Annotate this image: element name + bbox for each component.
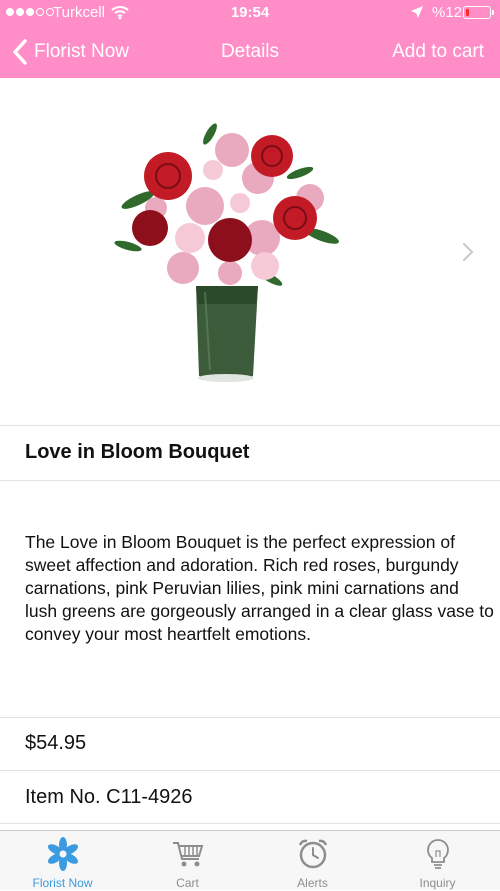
- chevron-right-icon[interactable]: [462, 242, 474, 262]
- bouquet-image: [114, 123, 340, 382]
- tab-label: Inquiry: [419, 876, 456, 890]
- divider: [0, 717, 500, 718]
- tab-label: Alerts: [297, 876, 328, 890]
- alarm-clock-icon: [298, 839, 328, 869]
- product-price: $54.95: [25, 732, 87, 754]
- cart-icon: [173, 842, 204, 867]
- battery-icon: [463, 6, 491, 19]
- tab-alerts[interactable]: Alerts: [250, 831, 375, 891]
- tab-label: Cart: [176, 876, 199, 890]
- product-description: The Love in Bloom Bouquet is the perfect…: [25, 532, 494, 644]
- flower-icon: [47, 837, 79, 871]
- tab-cart[interactable]: Cart: [125, 831, 250, 891]
- product-title: Love in Bloom Bouquet: [25, 441, 250, 463]
- divider: [0, 770, 500, 771]
- tab-bar: Florist Now Cart Alerts Inquiry: [0, 830, 500, 890]
- product-image-gallery[interactable]: [0, 78, 500, 425]
- location-arrow-icon: [410, 5, 424, 23]
- tab-label: Florist Now: [32, 876, 93, 890]
- divider: [0, 425, 500, 426]
- add-to-cart-button[interactable]: Add to cart: [392, 41, 484, 63]
- status-time: 19:54: [230, 4, 270, 21]
- lightbulb-icon: [427, 839, 449, 869]
- battery-percentage: %12: [432, 4, 463, 21]
- divider: [0, 823, 500, 824]
- item-number: Item No. C11-4926: [25, 786, 193, 808]
- top-header: Turkcell 19:54 %12 Florist Now Details A…: [0, 0, 500, 78]
- divider: [0, 480, 500, 481]
- tab-florist-now[interactable]: Florist Now: [0, 831, 125, 891]
- tab-inquiry[interactable]: Inquiry: [375, 831, 500, 891]
- status-bar: Turkcell 19:54 %12: [0, 0, 500, 26]
